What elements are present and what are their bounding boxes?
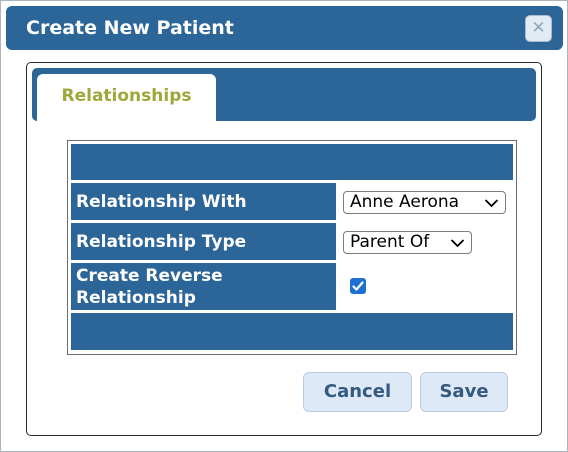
chevron-down-icon — [484, 199, 499, 208]
relationship-with-value: Anne Aerona — [350, 192, 460, 212]
relationship-type-select[interactable]: Parent Of — [343, 231, 472, 254]
relationship-with-cell: Anne Aerona — [339, 183, 513, 220]
dialog-titlebar[interactable]: Create New Patient ✕ — [6, 6, 563, 50]
relationship-with-select[interactable]: Anne Aerona — [343, 191, 506, 214]
tab-relationships-label: Relationships — [61, 86, 192, 106]
relationship-with-label: Relationship With — [71, 183, 336, 220]
cancel-button[interactable]: Cancel — [303, 372, 412, 412]
relationship-type-value: Parent Of — [350, 232, 430, 252]
chevron-down-icon — [450, 239, 465, 248]
checkmark-icon — [352, 281, 364, 291]
form-footer-band — [71, 313, 513, 350]
tab-relationships[interactable]: Relationships — [37, 74, 216, 121]
close-icon: ✕ — [531, 18, 546, 38]
create-patient-dialog: Create New Patient ✕ Relationships Relat… — [0, 0, 568, 452]
relationship-form: Relationship With Anne Aerona Relationsh… — [67, 140, 517, 355]
relationship-type-row: Relationship Type Parent Of — [71, 223, 513, 260]
create-reverse-row: Create Reverse Relationship — [71, 263, 513, 310]
form-header-band — [71, 144, 513, 180]
tab-panel: Relationships Relationship With Anne Aer… — [26, 62, 542, 436]
close-button[interactable]: ✕ — [525, 15, 552, 42]
relationship-type-label: Relationship Type — [71, 223, 336, 260]
relationship-with-row: Relationship With Anne Aerona — [71, 183, 513, 220]
save-button[interactable]: Save — [420, 372, 508, 412]
create-reverse-checkbox[interactable] — [350, 278, 366, 294]
dialog-title: Create New Patient — [26, 17, 234, 39]
create-reverse-label: Create Reverse Relationship — [71, 263, 336, 310]
create-reverse-cell — [339, 263, 513, 310]
tab-bar: Relationships — [32, 68, 536, 121]
relationship-type-cell: Parent Of — [339, 223, 513, 260]
